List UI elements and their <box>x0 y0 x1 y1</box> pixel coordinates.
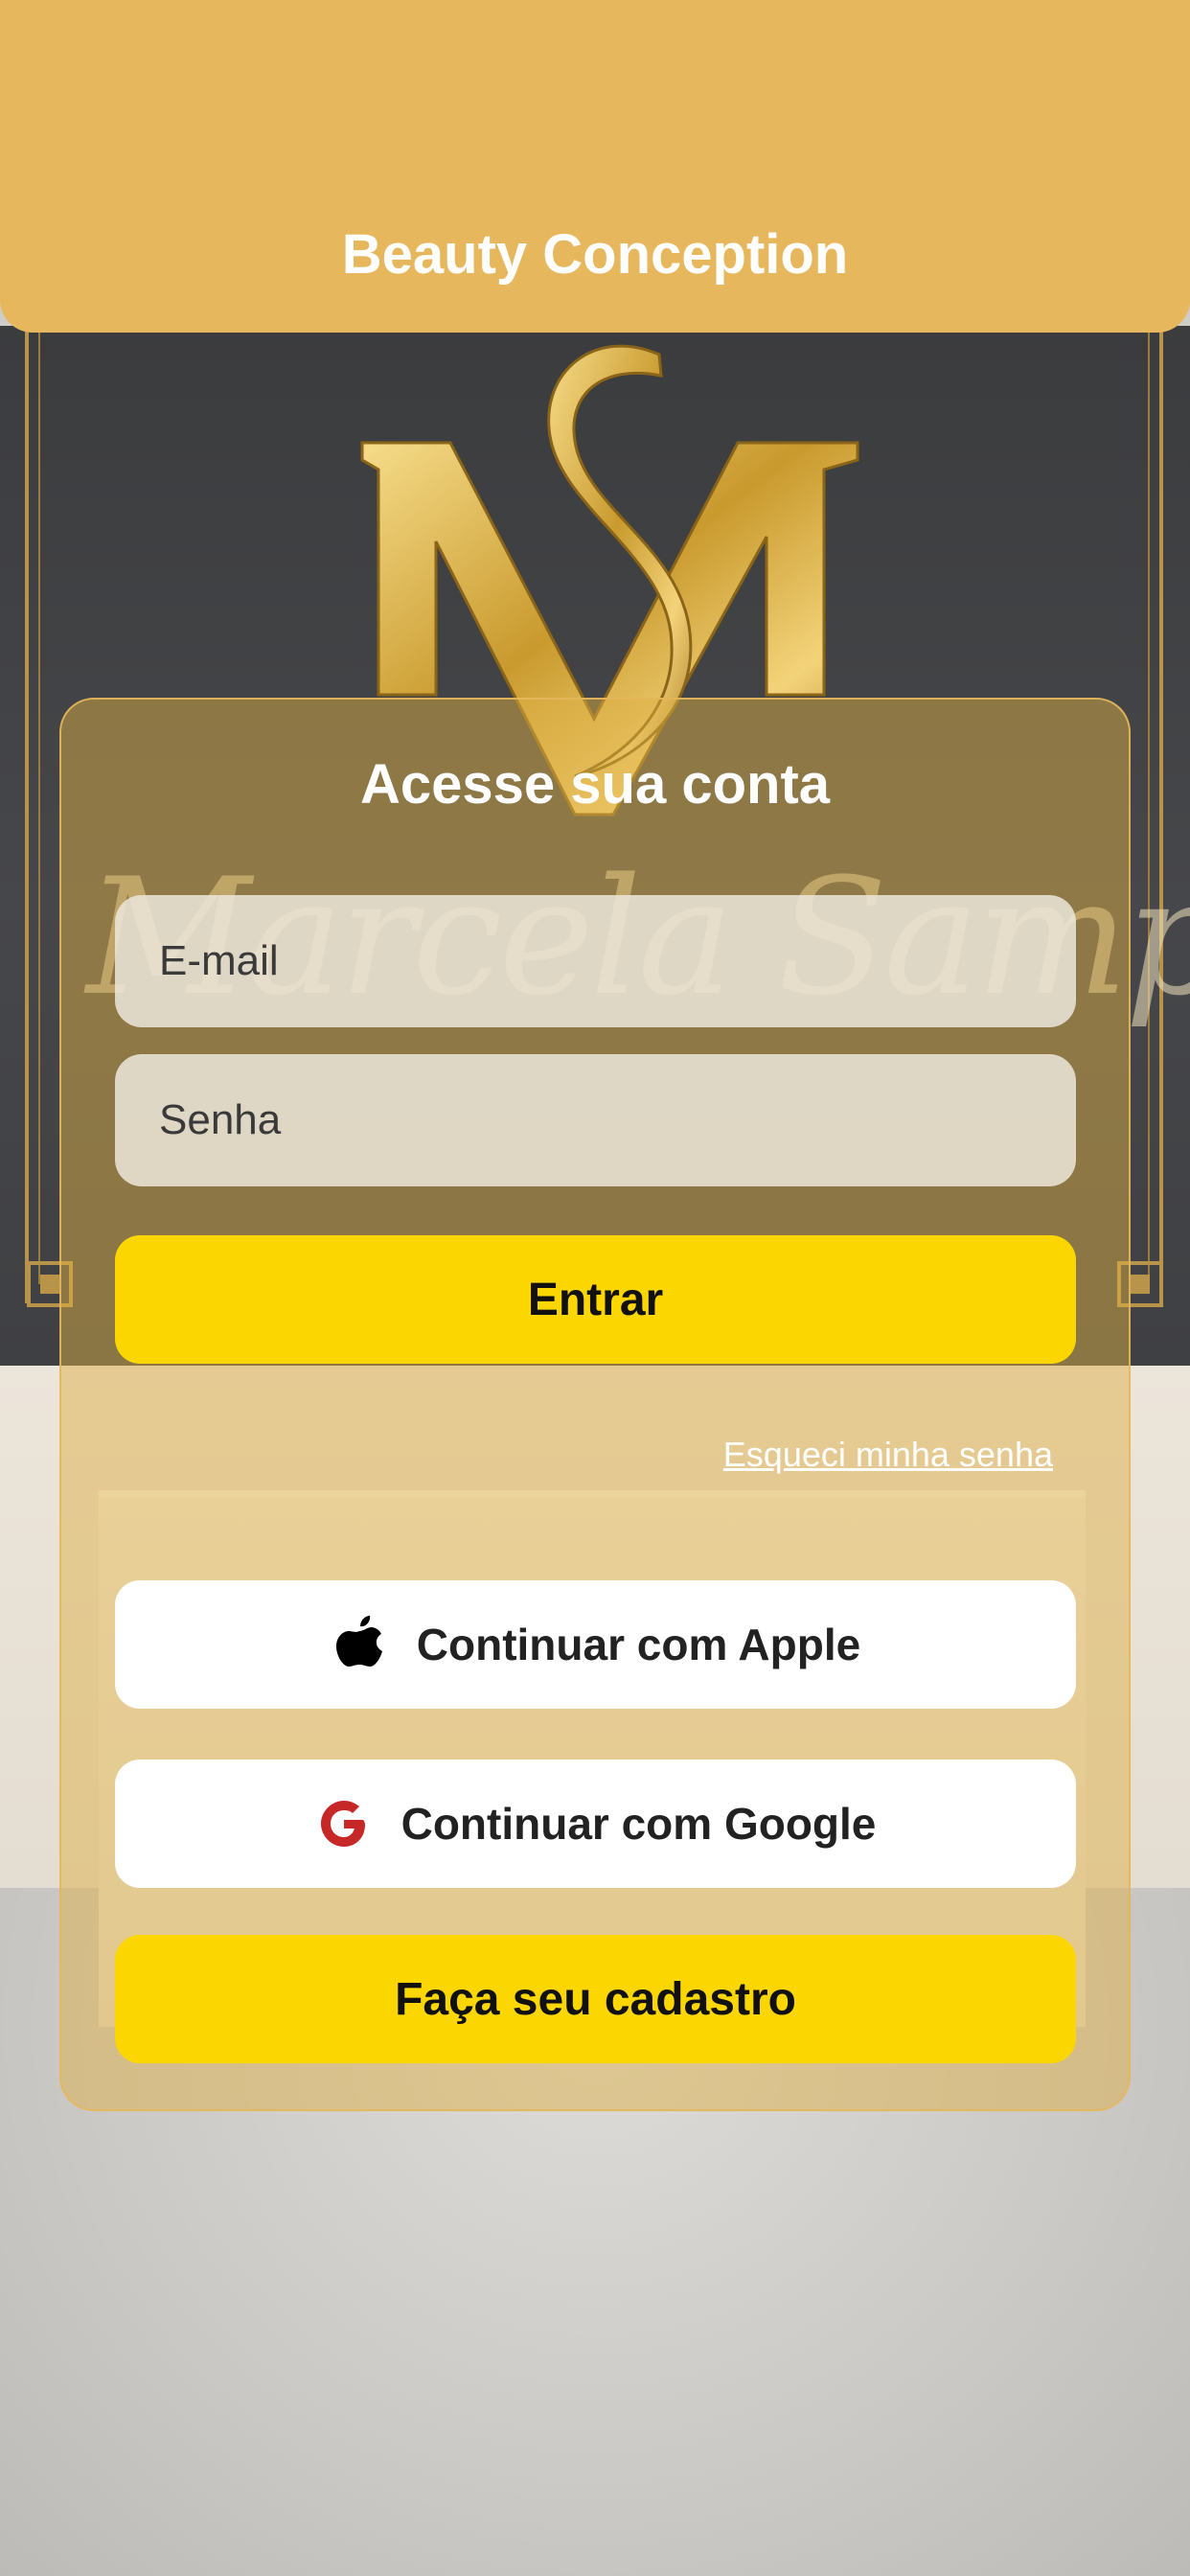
register-button[interactable]: Faça seu cadastro <box>115 1935 1076 2063</box>
register-button-label: Faça seu cadastro <box>395 1973 796 2025</box>
login-button-label: Entrar <box>527 1274 664 1325</box>
apple-icon <box>331 1616 388 1673</box>
apple-button-label: Continuar com Apple <box>416 1620 861 1669</box>
login-title: Acesse sua conta <box>359 753 831 816</box>
continue-with-apple-button[interactable]: Continuar com Apple <box>115 1580 1076 1709</box>
login-button[interactable]: Entrar <box>115 1235 1076 1364</box>
forgot-password-link[interactable]: Esqueci minha senha <box>723 1435 1053 1475</box>
email-field[interactable]: E-mail <box>115 895 1076 1027</box>
continue-with-google-button[interactable]: Continuar com Google <box>115 1760 1076 1888</box>
app-screen: Marcela Sampaio Beauty Conception Acesse… <box>0 0 1190 2576</box>
app-header: Beauty Conception <box>0 0 1190 333</box>
app-title: Beauty Conception <box>341 223 849 286</box>
google-icon <box>315 1795 373 1852</box>
password-field[interactable]: Senha <box>115 1054 1076 1186</box>
google-button-label: Continuar com Google <box>400 1799 877 1849</box>
password-placeholder: Senha <box>159 1096 282 1143</box>
email-placeholder: E-mail <box>159 937 279 984</box>
